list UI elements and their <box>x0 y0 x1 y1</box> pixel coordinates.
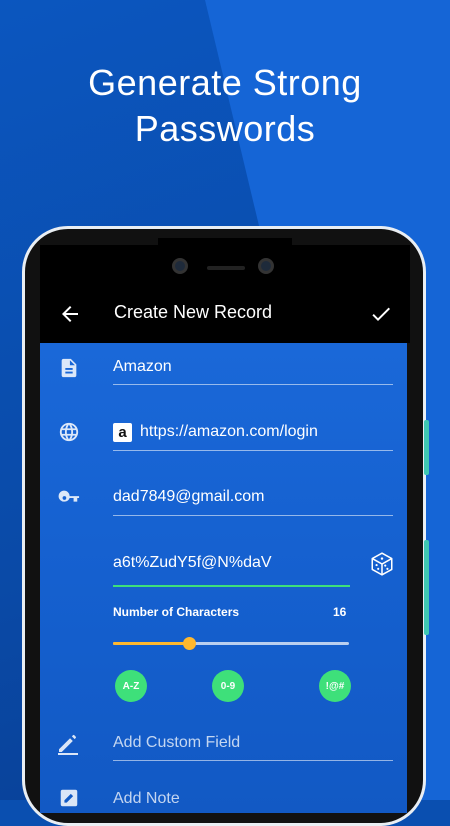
length-value: 16 <box>333 605 347 619</box>
password-field-underline <box>113 585 350 587</box>
uppercase-toggle[interactable]: A-Z <box>115 670 147 702</box>
headline-line-2: Passwords <box>134 108 316 149</box>
length-label: Number of Characters <box>113 605 240 619</box>
url-field-underline <box>113 450 393 451</box>
document-icon <box>61 358 77 378</box>
url-field[interactable]: https://amazon.com/login <box>140 423 318 441</box>
name-field[interactable]: Amazon <box>113 358 172 376</box>
digits-toggle[interactable]: 0-9 <box>212 670 244 702</box>
phone-side-button <box>424 420 429 475</box>
key-icon <box>58 490 80 502</box>
globe-icon <box>59 422 79 442</box>
add-custom-field[interactable]: Add Custom Field <box>113 734 240 752</box>
length-slider-fill <box>113 642 189 645</box>
page-title: Create New Record <box>114 302 273 322</box>
custom-field-underline <box>113 760 393 761</box>
note-icon <box>60 789 78 807</box>
password-field[interactable]: a6t%ZudY5f@N%daV <box>113 554 272 572</box>
edit-pencil-icon <box>58 734 78 755</box>
phone-side-button <box>424 540 429 635</box>
back-arrow-icon[interactable] <box>58 302 82 326</box>
phone-speaker <box>207 266 245 270</box>
front-camera <box>172 258 188 274</box>
length-slider-thumb[interactable] <box>182 637 196 650</box>
name-field-underline <box>113 384 393 385</box>
front-camera <box>258 258 274 274</box>
symbols-toggle[interactable]: !@# <box>319 670 351 702</box>
headline-line-1: Generate Strong <box>88 62 362 103</box>
promo-headline: Generate Strong Passwords <box>0 60 450 152</box>
login-field[interactable]: dad7849@gmail.com <box>113 488 264 506</box>
dice-icon[interactable] <box>369 551 395 577</box>
login-field-underline <box>113 515 393 516</box>
amazon-favicon: a <box>113 423 132 442</box>
add-note-field[interactable]: Add Note <box>113 790 180 808</box>
save-check-icon[interactable] <box>369 302 393 326</box>
